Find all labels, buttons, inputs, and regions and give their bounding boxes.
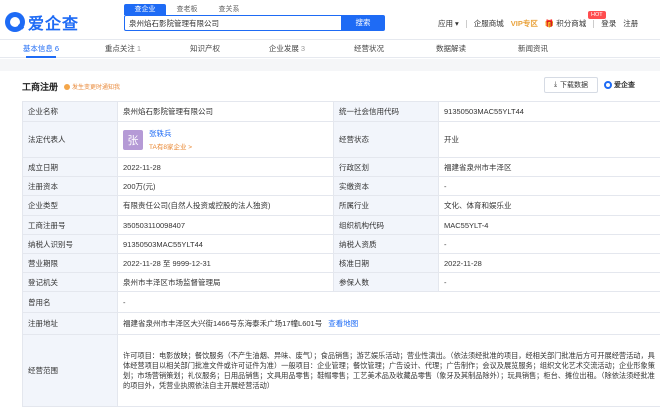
label-legal-rep: 法定代表人 [22,121,118,158]
value-term: 2022-11-28 至 9999-12-31 [117,253,334,273]
label-taxpayer-id: 纳税人识别号 [22,234,118,254]
nav-points[interactable]: 🎁 积分商城 [545,18,586,29]
value-authority: 泉州市丰泽区市场监督管理局 [117,272,334,292]
change-notify-link[interactable]: 发生变更时通知我 [64,82,120,91]
logo[interactable]: 爱企查 [5,10,79,34]
table-row: 企业类型 有限责任公司(自然人投资或控股的法人独资) 所属行业 文化、体育和娱乐… [22,195,660,216]
search-type-tabs: 查企业 查老板 查关系 [124,4,250,15]
table-row: 注册资本 200万(元) 实缴资本 - [22,176,660,196]
logo-icon [604,81,612,89]
search-box [124,15,354,31]
value-paid-capital: - [438,176,660,196]
table-row: 法定代表人 张 张轶兵 TA有8家企业 > 经营状态 开业 [22,121,660,158]
label-taxpayer-qual: 纳税人资质 [333,234,439,254]
label-insured: 参保人数 [333,272,439,292]
download-button[interactable]: ⤓ 下载数据 [544,77,598,93]
brand-mark: 爱企查 [604,80,635,90]
label-region: 行政区划 [333,157,439,177]
value-company-name: 泉州焰石影院管理有限公司 [117,101,334,122]
gift-icon: 🎁 [544,19,555,28]
label-address: 注册地址 [22,312,118,335]
top-bar: 爱企查 查企业 查老板 查关系 搜索 应用▾ 企服商城 VIP专区 🎁积分商城 … [0,0,660,40]
table-row: 营业期限 2022-11-28 至 9999-12-31 核准日期 2022-1… [22,253,660,273]
value-status: 开业 [438,121,660,158]
table-row: 曾用名 - [22,291,660,313]
table-row: 企业名称 泉州焰石影院管理有限公司 统一社会信用代码 91350503MAC55… [22,101,660,122]
avatar: 张 [123,129,143,150]
value-region: 福建省泉州市丰泽区 [438,157,660,177]
legal-rep-name-link[interactable]: 张轶兵 [149,128,192,139]
tab-operation[interactable]: 经营状况 [328,40,410,57]
label-reg-number: 工商注册号 [22,215,118,235]
label-approval-date: 核准日期 [333,253,439,273]
table-row: 注册地址 福建省泉州市丰泽区大兴街1466号东海泰禾广场17幢L601号 查看地图 [22,312,660,335]
search-tab-company[interactable]: 查企业 [124,4,166,15]
value-address: 福建省泉州市丰泽区大兴街1466号东海泰禾广场17幢L601号 查看地图 [117,312,660,335]
view-map-link[interactable]: 查看地图 [328,319,358,328]
value-company-type: 有限责任公司(自然人投资或控股的法人独资) [117,195,334,216]
value-approval-date: 2022-11-28 [438,253,660,273]
tab-ip[interactable]: 知识产权 [164,40,246,57]
label-authority: 登记机关 [22,272,118,292]
business-registration-card: 工商注册 发生变更时通知我 ⤓ 下载数据 爱企查 企业名称 泉州焰石影院管理有限公… [0,71,660,417]
spacer [0,59,660,71]
search-button[interactable]: 搜索 [341,15,385,31]
label-reg-capital: 注册资本 [22,176,118,196]
download-icon: ⤓ [553,81,558,88]
label-established: 成立日期 [22,157,118,177]
search-tab-boss[interactable]: 查老板 [166,4,208,15]
section-title: 工商注册 [22,82,59,92]
top-nav: 应用 ▾ 企服商城 VIP专区 🎁 积分商城 登录 注册 [438,18,645,29]
nav-app[interactable]: 应用 ▾ [438,18,459,29]
chevron-down-icon: ▾ [455,19,459,28]
label-credit-code: 统一社会信用代码 [333,101,439,122]
nav-mall[interactable]: 企服商城 [474,18,504,29]
value-established: 2022-11-28 [117,157,334,177]
value-reg-capital: 200万(元) [117,176,334,196]
nav-vip[interactable]: VIP专区 [511,18,538,29]
tab-development[interactable]: 企业发展 3 [246,40,328,57]
value-business-scope: 许可项目：电影放映；餐饮服务（不产生油烟、异味、废气）；食品销售；游艺娱乐活动；… [117,334,660,407]
search-tab-relation[interactable]: 查关系 [208,4,250,15]
table-row: 纳税人识别号 91350503MAC55YLT44 纳税人资质 - [22,234,660,254]
divider [593,19,595,28]
label-status: 经营状态 [333,121,439,158]
table-row: 登记机关 泉州市丰泽区市场监督管理局 参保人数 - [22,272,660,292]
legal-rep-companies-link[interactable]: TA有8家企业 > [149,141,192,151]
value-credit-code: 91350503MAC55YLT44 [438,101,660,122]
value-industry: 文化、体育和娱乐业 [438,195,660,216]
label-industry: 所属行业 [333,195,439,216]
label-business-scope: 经营范围 [22,334,118,407]
value-former-name: - [117,291,660,313]
logo-text: 爱企查 [28,16,80,33]
value-taxpayer-qual: - [438,234,660,254]
nav-login[interactable]: 登录 [601,18,616,29]
value-reg-number: 350503110098407 [117,215,334,235]
tab-news[interactable]: 新闻资讯 [492,40,574,57]
label-paid-capital: 实缴资本 [333,176,439,196]
nav-register[interactable]: 注册 [623,18,638,29]
label-org-code: 组织机构代码 [333,215,439,235]
table-row: 经营范围 许可项目：电影放映；餐饮服务（不产生油烟、异味、废气）；食品销售；游艺… [22,334,660,407]
tab-key-focus[interactable]: 重点关注 1 [82,40,164,57]
registration-table: 企业名称 泉州焰石影院管理有限公司 统一社会信用代码 91350503MAC55… [22,101,660,407]
divider [465,19,467,28]
label-term: 营业期限 [22,253,118,273]
table-row: 工商注册号 350503110098407 组织机构代码 MAC55YLT-4 [22,215,660,235]
label-company-type: 企业类型 [22,195,118,216]
value-insured: - [438,272,660,292]
table-row: 成立日期 2022-11-28 行政区划 福建省泉州市丰泽区 [22,157,660,177]
detail-tabs: 基本信息 6 重点关注 1 知识产权 企业发展 3 经营状况 数据解读 新闻资讯 [0,40,660,58]
value-org-code: MAC55YLT-4 [438,215,660,235]
bell-icon [64,83,70,90]
tab-data-analysis[interactable]: 数据解读 [410,40,492,57]
hot-badge: HOT [588,11,606,19]
search-input[interactable] [125,16,353,30]
label-former-name: 曾用名 [22,291,118,313]
tab-basic-info[interactable]: 基本信息 6 [0,40,82,58]
value-taxpayer-id: 91350503MAC55YLT44 [117,234,334,254]
value-legal-rep: 张 张轶兵 TA有8家企业 > [117,121,334,158]
logo-icon [5,12,25,32]
label-company-name: 企业名称 [22,101,118,122]
